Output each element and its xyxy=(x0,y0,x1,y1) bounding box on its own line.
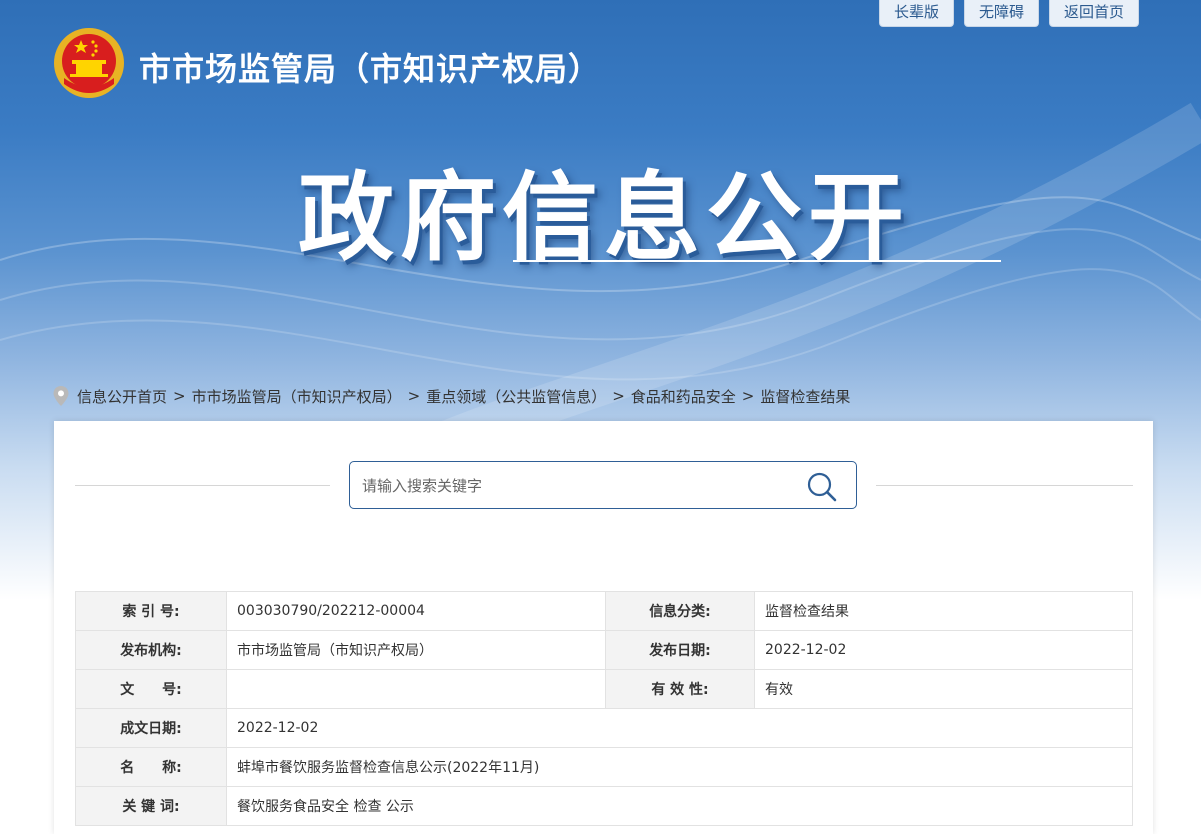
pubdate-value: 2022-12-02 xyxy=(754,630,1133,670)
title-underline xyxy=(513,260,1001,262)
docno-value xyxy=(226,669,606,709)
accessibility-button[interactable]: 无障碍 xyxy=(963,0,1039,27)
breadcrumb-separator: > xyxy=(612,387,625,405)
breadcrumb-item-home[interactable]: 信息公开首页 xyxy=(77,386,167,407)
created-label: 成文日期: xyxy=(75,708,227,748)
search-divider-right xyxy=(876,485,1133,486)
location-pin-icon xyxy=(53,386,69,406)
index-value: 003030790/202212-00004 xyxy=(226,591,606,631)
name-value: 蚌埠市餐饮服务监督检查信息公示(2022年11月) xyxy=(226,747,1133,787)
search-input[interactable] xyxy=(360,462,794,510)
pubdate-label: 发布日期: xyxy=(605,630,755,670)
national-emblem-icon xyxy=(54,28,124,98)
table-row: 文 号: 有 效 性: 有效 xyxy=(75,669,1133,709)
breadcrumb-item-org[interactable]: 市市场监管局（市知识产权局） xyxy=(192,386,402,407)
search-divider-left xyxy=(75,485,330,486)
docno-label: 文 号: xyxy=(75,669,227,709)
org-title: 市市场监管局（市知识产权局） xyxy=(139,50,602,88)
breadcrumb: 信息公开首页 > 市市场监管局（市知识产权局） > 重点领域（公共监管信息） >… xyxy=(53,385,850,407)
breadcrumb-item-inspection[interactable]: 监督检查结果 xyxy=(760,386,850,407)
publisher-label: 发布机构: xyxy=(75,630,227,670)
validity-value: 有效 xyxy=(754,669,1133,709)
name-label: 名 称: xyxy=(75,747,227,787)
content-panel: 索 引 号: 003030790/202212-00004 信息分类: 监督检查… xyxy=(54,421,1153,834)
breadcrumb-separator: > xyxy=(741,387,755,405)
keywords-label: 关 键 词: xyxy=(75,786,227,826)
breadcrumb-separator: > xyxy=(407,387,421,405)
table-row: 关 键 词: 餐饮服务食品安全 检查 公示 xyxy=(75,786,1133,826)
publisher-value: 市市场监管局（市知识产权局） xyxy=(226,630,606,670)
index-label: 索 引 号: xyxy=(75,591,227,631)
created-value: 2022-12-02 xyxy=(226,708,1133,748)
table-row: 发布机构: 市市场监管局（市知识产权局） 发布日期: 2022-12-02 xyxy=(75,630,1133,670)
metadata-table: 索 引 号: 003030790/202212-00004 信息分类: 监督检查… xyxy=(75,591,1133,826)
category-value: 监督检查结果 xyxy=(754,591,1133,631)
keywords-value: 餐饮服务食品安全 检查 公示 xyxy=(226,786,1133,826)
table-row: 索 引 号: 003030790/202212-00004 信息分类: 监督检查… xyxy=(75,591,1133,631)
search-box xyxy=(349,461,857,510)
breadcrumb-item-food-drug[interactable]: 食品和药品安全 xyxy=(631,386,736,407)
table-row: 名 称: 蚌埠市餐饮服务监督检查信息公示(2022年11月) xyxy=(75,747,1133,787)
home-button[interactable]: 返回首页 xyxy=(1048,0,1139,27)
search-icon[interactable] xyxy=(806,471,838,503)
page-main-title: 政府信息公开 xyxy=(298,162,910,274)
elder-mode-button[interactable]: 长辈版 xyxy=(878,0,954,27)
table-row: 成文日期: 2022-12-02 xyxy=(75,708,1133,748)
breadcrumb-item-key-areas[interactable]: 重点领域（公共监管信息） xyxy=(426,386,606,407)
top-utility-bar: 长辈版 无障碍 返回首页 xyxy=(878,0,1139,27)
breadcrumb-separator: > xyxy=(173,387,186,405)
validity-label: 有 效 性: xyxy=(605,669,755,709)
category-label: 信息分类: xyxy=(605,591,755,631)
